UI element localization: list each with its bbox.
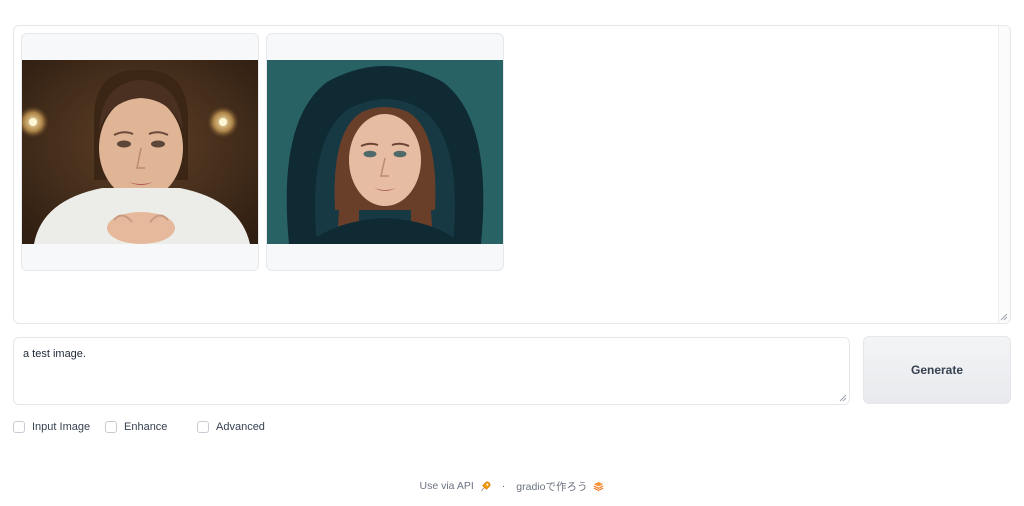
gradio-logo-icon	[594, 481, 604, 491]
gallery-scrollbar[interactable]	[998, 26, 1010, 323]
prompt-value: a test image.	[23, 348, 86, 360]
checkbox-box[interactable]	[13, 421, 25, 433]
output-gallery	[13, 25, 1011, 324]
resize-handle-icon[interactable]	[1000, 313, 1008, 321]
enhance-checkbox[interactable]: Enhance	[105, 419, 167, 435]
prompt-textarea[interactable]: a test image.	[13, 337, 850, 405]
gallery-thumbnail-1[interactable]	[21, 33, 259, 271]
use-via-api-link[interactable]: Use via API	[420, 480, 474, 492]
built-with-gradio-link[interactable]: gradioで作ろう	[516, 479, 587, 494]
rocket-icon	[480, 481, 491, 491]
portrait-image-1	[22, 60, 258, 244]
footer: Use via API · gradioで作ろう	[0, 478, 1024, 494]
portrait-image-2	[267, 60, 503, 244]
checkbox-box[interactable]	[105, 421, 117, 433]
generate-button[interactable]: Generate	[863, 336, 1011, 404]
checkbox-label: Advanced	[216, 421, 265, 433]
gallery-thumbnail-2[interactable]	[266, 33, 504, 271]
resize-handle-icon[interactable]	[839, 394, 847, 402]
advanced-checkbox[interactable]: Advanced	[197, 419, 265, 435]
checkbox-box[interactable]	[197, 421, 209, 433]
input-image-checkbox[interactable]: Input Image	[13, 419, 90, 435]
footer-separator: ·	[501, 480, 506, 492]
checkbox-label: Input Image	[32, 421, 91, 433]
checkbox-label: Enhance	[124, 421, 168, 433]
